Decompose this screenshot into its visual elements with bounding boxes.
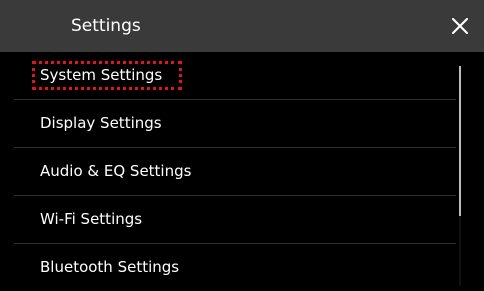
settings-screen: Settings System Settings Display Setting… (0, 0, 484, 291)
menu-item-label: Audio & EQ Settings (40, 162, 192, 180)
menu-item-label: Display Settings (40, 114, 162, 132)
settings-menu-list: System Settings Display Settings Audio &… (0, 52, 484, 291)
page-title: Settings (71, 16, 141, 36)
menu-item-label: Bluetooth Settings (40, 258, 180, 276)
menu-item-system-settings[interactable]: System Settings (0, 52, 456, 99)
scrollbar-thumb[interactable] (459, 66, 461, 216)
close-icon (452, 18, 468, 34)
menu-item-audio-eq-settings[interactable]: Audio & EQ Settings (0, 148, 456, 195)
menu-item-wifi-settings[interactable]: Wi-Fi Settings (0, 196, 456, 243)
menu-item-label: System Settings (40, 66, 163, 84)
menu-item-bluetooth-settings[interactable]: Bluetooth Settings (0, 244, 456, 291)
close-button[interactable] (440, 6, 480, 46)
menu-item-label: Wi-Fi Settings (40, 210, 143, 228)
menu-item-display-settings[interactable]: Display Settings (0, 100, 456, 147)
header-bar: Settings (0, 0, 484, 52)
